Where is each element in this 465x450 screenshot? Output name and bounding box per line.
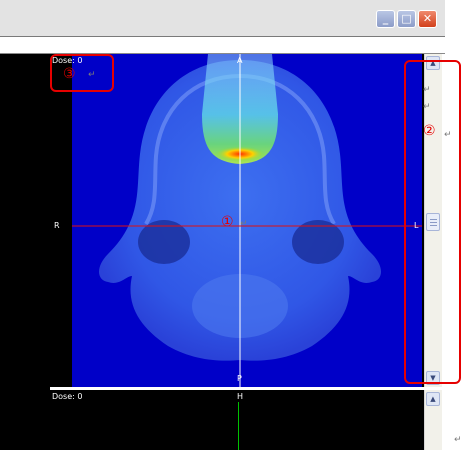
secondary-scrollbar[interactable]: ▲ (424, 390, 442, 450)
minimize-button[interactable]: _ (376, 10, 395, 28)
return-mark: ↵ (423, 102, 431, 112)
toolbar-strip (0, 37, 445, 53)
maximize-button[interactable]: □ (397, 10, 416, 28)
secondary-scroll-up-button[interactable]: ▲ (426, 392, 440, 406)
annotation-marker-3: ③ (63, 66, 76, 82)
minimize-icon: _ (382, 12, 389, 25)
return-mark: ↵ (423, 85, 431, 95)
window-titlebar: _ □ ✕ (0, 0, 445, 36)
return-mark: ↵ (240, 219, 248, 229)
left-panel (0, 54, 50, 450)
right-temporal (292, 220, 344, 264)
orientation-head: H (237, 392, 244, 401)
orientation-right: R (54, 221, 60, 230)
axial-view[interactable]: Dose: 0 A P R L (50, 54, 424, 387)
orientation-posterior: P (237, 374, 242, 383)
close-button[interactable]: ✕ (418, 10, 437, 28)
secondary-view[interactable]: Dose: 0 H (50, 390, 424, 450)
return-mark: ↵ (454, 435, 462, 445)
left-temporal (138, 220, 190, 264)
close-icon: ✕ (422, 12, 433, 25)
orientation-anterior: A (237, 56, 243, 65)
crosshair-vertical-secondary (238, 402, 239, 450)
dose-label-secondary: Dose: 0 (52, 392, 83, 401)
maximize-icon: □ (401, 12, 412, 25)
scroll-up-icon: ▲ (430, 395, 436, 403)
annotation-marker-2: ② (423, 123, 436, 139)
annotation-box-2 (404, 60, 461, 384)
annotation-marker-1: ① (221, 214, 234, 230)
annotation-box-3 (50, 54, 114, 92)
return-mark: ↵ (444, 130, 452, 140)
return-mark: ↵ (88, 70, 96, 80)
